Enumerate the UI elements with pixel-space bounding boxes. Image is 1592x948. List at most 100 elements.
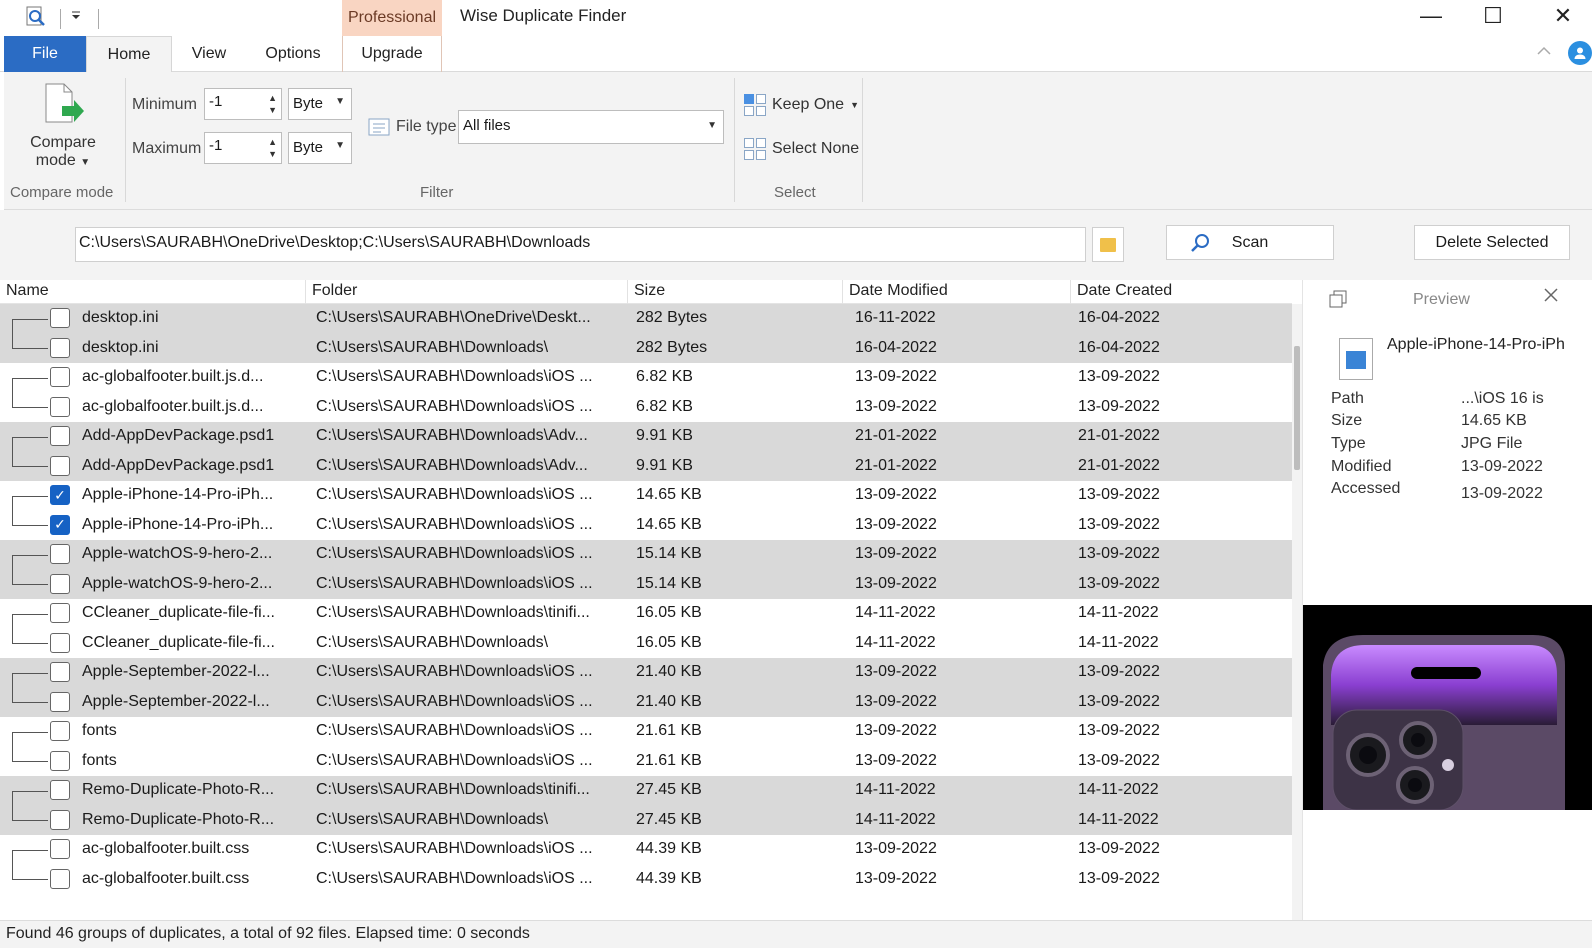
table-row[interactable]: Apple-watchOS-9-hero-2... C:\Users\SAURAB… [0, 570, 1292, 600]
column-header-date-modified[interactable]: Date Modified [842, 280, 1070, 304]
file-type-select[interactable]: All files ▼ [458, 110, 724, 144]
scrollbar-thumb[interactable] [1294, 346, 1300, 470]
row-checkbox[interactable] [50, 868, 70, 889]
table-row[interactable]: Remo-Duplicate-Photo-R... C:\Users\SAURAB… [0, 806, 1292, 836]
delete-selected-button[interactable]: Delete Selected [1414, 225, 1570, 260]
browse-folder-button[interactable] [1092, 227, 1124, 262]
row-checkbox[interactable] [50, 308, 70, 328]
user-account-icon[interactable] [1568, 41, 1592, 65]
group-divider [734, 78, 735, 202]
chevron-down-icon: ▼ [850, 100, 859, 110]
table-row[interactable]: ac-globalfooter.built.js.d... C:\Users\SA… [0, 363, 1292, 393]
size-cell: 6.82 KB [636, 397, 693, 415]
table-row[interactable]: Remo-Duplicate-Photo-R... C:\Users\SAURAB… [0, 776, 1292, 806]
row-checkbox[interactable] [50, 426, 70, 446]
preview-field-value: 13-09-2022 [1461, 458, 1543, 475]
status-bar: Found 46 groups of duplicates, a total o… [0, 920, 1592, 948]
scan-path-input[interactable]: C:\Users\SAURABH\OneDrive\Desktop;C:\Use… [75, 227, 1086, 262]
path-bar: C:\Users\SAURABH\OneDrive\Desktop;C:\Use… [0, 210, 1592, 280]
minimize-button[interactable]: — [1408, 0, 1454, 32]
stepper-arrows-icon[interactable]: ▲ ▼ [268, 136, 277, 160]
table-row[interactable]: CCleaner_duplicate-file-fi... C:\Users\SA… [0, 599, 1292, 629]
row-checkbox[interactable] [50, 839, 70, 859]
date-modified-cell: 21-01-2022 [855, 427, 937, 444]
column-header-folder[interactable]: Folder [305, 280, 627, 304]
row-checkbox[interactable] [50, 337, 70, 358]
size-cell: 14.65 KB [636, 515, 702, 533]
collapse-ribbon-icon[interactable] [1536, 44, 1552, 62]
file-name-cell: desktop.ini [82, 309, 159, 326]
table-row[interactable]: Apple-September-2022-l... C:\Users\SAURAB… [0, 688, 1292, 718]
duplicate-group: fonts C:\Users\SAURABH\Downloads\iOS ... 2… [0, 717, 1292, 776]
table-row[interactable]: fonts C:\Users\SAURABH\Downloads\iOS ... 2… [0, 747, 1292, 777]
table-row[interactable]: fonts C:\Users\SAURABH\Downloads\iOS ... 2… [0, 717, 1292, 747]
title-bar: Professional Wise Duplicate Finder — ☐ ✕ [0, 0, 1592, 36]
table-row[interactable]: Apple-watchOS-9-hero-2... C:\Users\SAURAB… [0, 540, 1292, 570]
row-checkbox[interactable]: ✓ [50, 485, 70, 505]
date-modified-cell: 14-11-2022 [855, 633, 936, 651]
keep-one-button[interactable]: Keep One ▼ [744, 94, 859, 116]
row-checkbox[interactable] [50, 750, 70, 771]
row-checkbox[interactable] [50, 603, 70, 623]
tab-upgrade[interactable]: Upgrade [342, 36, 442, 72]
maximize-button[interactable]: ☐ [1470, 0, 1516, 32]
vertical-scrollbar[interactable] [1292, 304, 1302, 920]
row-checkbox[interactable] [50, 396, 70, 417]
row-checkbox[interactable] [50, 691, 70, 712]
row-checkbox[interactable] [50, 721, 70, 741]
table-row[interactable]: ✓ Apple-iPhone-14-Pro-iPh... C:\Users\SAUR… [0, 481, 1292, 511]
quick-access-dropdown-icon[interactable] [70, 8, 84, 26]
app-icon[interactable] [24, 5, 48, 29]
close-preview-icon[interactable] [1543, 286, 1559, 309]
table-row[interactable]: desktop.ini C:\Users\SAURABH\OneDrive\Des… [0, 304, 1292, 334]
scan-button[interactable]: Scan [1166, 225, 1334, 260]
row-checkbox[interactable] [50, 662, 70, 682]
row-checkbox[interactable] [50, 544, 70, 564]
minimum-unit-select[interactable]: Byte ▼ [288, 88, 352, 120]
window-title: Wise Duplicate Finder [460, 6, 627, 25]
table-row[interactable]: Add-AppDevPackage.psd1 C:\Users\SAURABH\D… [0, 422, 1292, 452]
select-none-button[interactable]: Select None [744, 138, 859, 160]
row-checkbox[interactable] [50, 632, 70, 653]
tab-view[interactable]: View [174, 36, 244, 72]
row-checkbox[interactable] [50, 809, 70, 830]
row-checkbox[interactable] [50, 780, 70, 800]
minimum-label: Minimum [132, 96, 197, 113]
search-icon [1189, 232, 1211, 259]
size-cell: 21.40 KB [636, 663, 702, 680]
tab-options[interactable]: Options [250, 36, 336, 72]
file-name-cell: Add-AppDevPackage.psd1 [82, 456, 275, 474]
row-checkbox[interactable]: ✓ [50, 514, 70, 535]
column-header-size[interactable]: Size [627, 280, 842, 304]
table-row[interactable]: desktop.ini C:\Users\SAURABH\Downloads\ 28… [0, 334, 1292, 364]
row-checkbox[interactable] [50, 573, 70, 594]
maximum-size-stepper[interactable]: -1 ▲ ▼ [204, 132, 282, 164]
tab-home[interactable]: Home [86, 36, 172, 73]
keep-one-label: Keep One [772, 96, 845, 113]
minimum-size-stepper[interactable]: -1 ▲ ▼ [204, 88, 282, 120]
table-row[interactable]: ac-globalfooter.built.css C:\Users\SAURAB… [0, 835, 1292, 865]
column-header-name[interactable]: Name [0, 280, 305, 304]
row-checkbox[interactable] [50, 367, 70, 387]
duplicate-group: Apple-September-2022-l... C:\Users\SAURAB… [0, 658, 1292, 717]
preview-title: Preview [1413, 291, 1470, 308]
date-created-cell: 13-09-2022 [1078, 840, 1160, 857]
tab-file[interactable]: File [4, 36, 86, 72]
table-row[interactable]: ac-globalfooter.built.js.d... C:\Users\SA… [0, 393, 1292, 423]
table-row[interactable]: Add-AppDevPackage.psd1 C:\Users\SAURABH\D… [0, 452, 1292, 482]
maximum-unit-select[interactable]: Byte ▼ [288, 132, 352, 164]
select-none-icon [744, 138, 766, 160]
table-row[interactable]: CCleaner_duplicate-file-fi... C:\Users\SA… [0, 629, 1292, 659]
compare-mode-icon[interactable] [42, 82, 86, 132]
table-row[interactable]: ac-globalfooter.built.css C:\Users\SAURAB… [0, 865, 1292, 895]
stepper-arrows-icon[interactable]: ▲ ▼ [268, 92, 277, 116]
folder-cell: C:\Users\SAURABH\OneDrive\Deskt... [316, 309, 591, 326]
compare-mode-button[interactable]: Compare mode ▼ [28, 134, 98, 170]
column-header-date-created[interactable]: Date Created [1070, 280, 1292, 304]
table-row[interactable]: ✓ Apple-iPhone-14-Pro-iPh... C:\Users\SAUR… [0, 511, 1292, 541]
close-button[interactable]: ✕ [1540, 0, 1586, 32]
row-checkbox[interactable] [50, 455, 70, 476]
restore-pane-icon[interactable] [1329, 290, 1347, 313]
table-row[interactable]: Apple-September-2022-l... C:\Users\SAURAB… [0, 658, 1292, 688]
chevron-down-icon: ▼ [335, 96, 345, 107]
